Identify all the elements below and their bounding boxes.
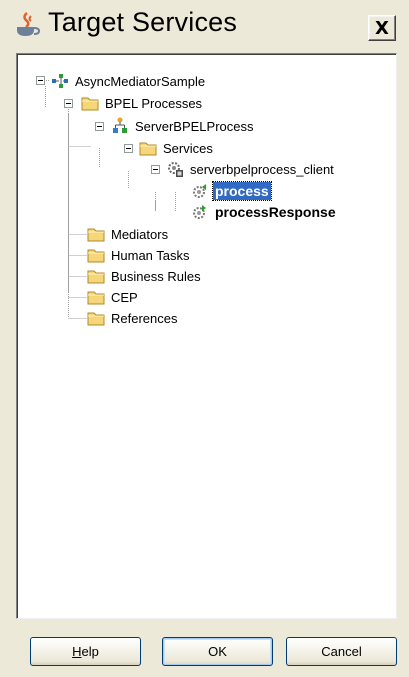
bpel-process-icon — [113, 117, 127, 133]
tree-node-label: BPEL Processes — [105, 95, 203, 111]
ok-button[interactable]: OK — [162, 637, 273, 666]
tree-node-label: Human Tasks — [111, 247, 190, 263]
tree-node-label: Services — [163, 140, 213, 156]
dialog-title: Target Services — [48, 7, 238, 37]
folder-icon — [87, 312, 105, 326]
java-coffee-cup-icon — [17, 12, 41, 36]
tree-node-processresponse[interactable]: processResponse — [191, 202, 338, 222]
tree-collapse-toggle[interactable] — [95, 122, 104, 131]
folder-icon — [87, 249, 105, 263]
tree-node-business-rules[interactable]: Business Rules — [87, 266, 203, 286]
tree-node-label: CEP — [111, 289, 138, 305]
operation-gear-icon — [193, 205, 206, 219]
tree-node-bpel-processes[interactable]: BPEL Processes — [81, 93, 204, 113]
tree-collapse-toggle[interactable] — [151, 165, 160, 174]
tree-node-label: Mediators — [111, 226, 169, 242]
help-button[interactable]: Help — [30, 637, 141, 666]
tree-node-label: serverbpelprocess_client — [190, 161, 334, 177]
tree-node-serverbpelprocess[interactable]: ServerBPELProcess — [111, 116, 256, 136]
folder-icon — [87, 270, 105, 284]
operation-gear-icon — [193, 184, 206, 198]
tree-node-label: References — [111, 310, 178, 326]
tree-node-label: AsyncMediatorSample — [75, 73, 206, 89]
folder-icon — [87, 291, 105, 305]
tree-node-label: processResponse — [215, 204, 336, 220]
tree-node-label: Business Rules — [111, 268, 201, 284]
close-button[interactable]: X — [368, 15, 396, 41]
tree-node-label: process — [212, 181, 272, 201]
tree-node-references[interactable]: References — [87, 308, 179, 328]
title-bar[interactable]: Target Services X — [0, 0, 409, 50]
tree-node-asyncmediatorsample[interactable]: AsyncMediatorSample — [51, 71, 207, 91]
service-gear-icon — [168, 162, 183, 177]
folder-icon — [81, 97, 99, 111]
tree-node-serverbpelprocess-client[interactable]: serverbpelprocess_client — [166, 159, 336, 179]
tree-collapse-toggle[interactable] — [64, 99, 73, 108]
tree-node-cep[interactable]: CEP — [87, 287, 140, 307]
close-icon: X — [375, 17, 389, 39]
folder-icon — [139, 142, 157, 156]
cancel-button-label: Cancel — [321, 644, 362, 659]
composite-project-icon — [52, 74, 68, 88]
help-button-label: Help — [72, 644, 99, 659]
folder-icon — [87, 228, 105, 242]
cancel-button[interactable]: Cancel — [286, 637, 397, 666]
tree-collapse-toggle[interactable] — [36, 76, 45, 85]
tree-node-human-tasks[interactable]: Human Tasks — [87, 245, 192, 265]
tree-node-services[interactable]: Services — [139, 138, 215, 158]
tree-node-mediators[interactable]: Mediators — [87, 224, 170, 244]
tree-collapse-toggle[interactable] — [124, 144, 133, 153]
service-tree[interactable]: AsyncMediatorSample BPEL Processes Serve… — [16, 53, 397, 619]
ok-button-label: OK — [208, 644, 227, 659]
tree-node-label: ServerBPELProcess — [135, 118, 254, 134]
tree-node-process[interactable]: process — [191, 181, 272, 201]
